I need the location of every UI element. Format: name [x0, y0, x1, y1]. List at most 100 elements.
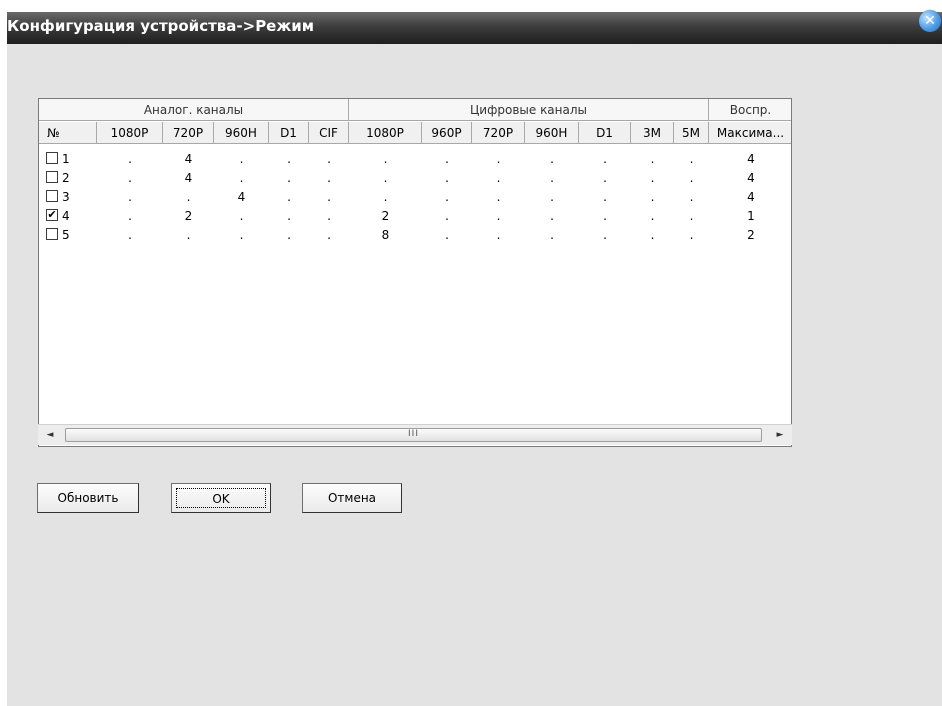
- scroll-right-icon[interactable]: ►: [772, 427, 788, 443]
- table-cell: .: [128, 152, 132, 166]
- column-header-12[interactable]: 5M: [674, 122, 709, 144]
- column-header-5[interactable]: CIF: [309, 122, 349, 144]
- table-cell: .: [496, 190, 501, 204]
- close-icon[interactable]: ✕: [919, 10, 941, 32]
- table-cell: .: [496, 228, 501, 242]
- table-cell: .: [128, 190, 132, 204]
- table-cell: .: [287, 152, 291, 166]
- ok-button[interactable]: OK: [171, 483, 271, 513]
- row-checkbox[interactable]: [46, 228, 58, 240]
- column-header-6[interactable]: 1080P: [349, 122, 422, 144]
- table-cell: .: [327, 152, 331, 166]
- table-cell: .: [550, 228, 554, 242]
- title-bar: Конфигурация устройства->Режим: [7, 12, 942, 44]
- table-cell: 4: [237, 190, 246, 204]
- table-cell: 4: [184, 171, 193, 185]
- column-header-10[interactable]: D1: [579, 122, 631, 144]
- table-cell: .: [445, 190, 449, 204]
- column-header-8[interactable]: 720P: [472, 122, 525, 144]
- row-number: 2: [62, 171, 70, 185]
- row-number: 1: [62, 152, 70, 166]
- row-checkbox[interactable]: ✔: [46, 209, 58, 221]
- table-cell: .: [186, 228, 191, 242]
- table-cell: .: [689, 209, 694, 223]
- refresh-button[interactable]: Обновить: [37, 483, 139, 513]
- table-cell: 2: [184, 209, 193, 223]
- table-cell: 4: [747, 152, 755, 166]
- table-cell: .: [603, 228, 607, 242]
- table-cell: .: [128, 228, 132, 242]
- config-window: Конфигурация устройства->Режим Аналог. к…: [7, 12, 942, 706]
- table-cell: .: [603, 171, 607, 185]
- table-cell: .: [128, 171, 132, 185]
- table-row[interactable]: 2. 4.......... 4: [39, 169, 791, 188]
- table-row[interactable]: 3.. 4......... 4: [39, 188, 791, 207]
- table-cell: .: [239, 209, 244, 223]
- window-title: Конфигурация устройства->Режим: [7, 17, 315, 35]
- row-number: 3: [62, 190, 70, 204]
- table-cell: .: [603, 209, 607, 223]
- table-cell: 2: [747, 228, 755, 242]
- table-row[interactable]: ✔ 4. 2... 2...... 1: [39, 207, 791, 226]
- table-cell: .: [650, 171, 655, 185]
- table-cell: .: [650, 152, 655, 166]
- table-cell: .: [186, 190, 191, 204]
- row-checkbox[interactable]: [46, 190, 58, 202]
- row-number: 4: [62, 209, 70, 223]
- table-cell: .: [445, 209, 449, 223]
- table-cell: .: [650, 190, 655, 204]
- row-number: 5: [62, 228, 70, 242]
- ok-button-label: OK: [176, 488, 266, 508]
- table-cell: .: [383, 190, 388, 204]
- table-cell: .: [550, 190, 554, 204]
- table-cell: .: [287, 209, 291, 223]
- table-cell: .: [327, 190, 331, 204]
- group-header-2: Цифровые каналы: [349, 99, 709, 121]
- column-header-4[interactable]: D1: [269, 122, 309, 144]
- table-cell: 1: [747, 209, 755, 223]
- mode-table: Аналог. каналы Цифровые каналы Воспр. № 108…: [38, 98, 792, 447]
- column-header-1[interactable]: 1080P: [97, 122, 163, 144]
- table-cell: .: [287, 228, 291, 242]
- scroll-left-icon[interactable]: ◄: [42, 427, 58, 443]
- column-header-2[interactable]: 720P: [163, 122, 214, 144]
- table-cell: .: [383, 152, 388, 166]
- row-checkbox[interactable]: [46, 152, 58, 164]
- group-header-1: Аналог. каналы: [39, 99, 349, 121]
- table-cell: .: [496, 209, 501, 223]
- column-header-9[interactable]: 960H: [525, 122, 579, 144]
- table-cell: 4: [747, 171, 755, 185]
- cancel-button[interactable]: Отмена: [302, 483, 402, 513]
- table-cell: .: [650, 209, 655, 223]
- table-cell: .: [689, 228, 694, 242]
- table-cell: .: [496, 171, 501, 185]
- column-header-11[interactable]: 3M: [631, 122, 674, 144]
- table-cell: .: [287, 171, 291, 185]
- table-row[interactable]: 1. 4.......... 4: [39, 150, 791, 169]
- table-cell: 8: [381, 228, 390, 242]
- group-header-3: Воспр.: [709, 99, 791, 121]
- table-cell: .: [445, 152, 449, 166]
- table-cell: 2: [381, 209, 390, 223]
- column-header-7[interactable]: 960P: [422, 122, 472, 144]
- table-cell: .: [550, 171, 554, 185]
- table-cell: .: [239, 228, 244, 242]
- table-cell: .: [603, 190, 607, 204]
- column-header-13[interactable]: Максима...: [709, 122, 791, 144]
- table-row[interactable]: 5..... 8...... 2: [39, 226, 791, 245]
- column-header-0[interactable]: №: [39, 122, 97, 144]
- table-cell: .: [239, 171, 244, 185]
- table-cell: 4: [184, 152, 193, 166]
- row-checkbox[interactable]: [46, 171, 58, 183]
- table-cell: .: [650, 228, 655, 242]
- table-cell: .: [239, 152, 244, 166]
- table-cell: .: [327, 209, 331, 223]
- horizontal-scrollbar[interactable]: ◄ III ►: [38, 424, 792, 445]
- table-cell: .: [496, 152, 501, 166]
- table-cell: .: [689, 171, 694, 185]
- table-cell: .: [603, 152, 607, 166]
- scroll-thumb[interactable]: III: [65, 428, 762, 442]
- table-cell: .: [327, 228, 331, 242]
- table-cell: .: [128, 209, 132, 223]
- column-header-3[interactable]: 960H: [214, 122, 269, 144]
